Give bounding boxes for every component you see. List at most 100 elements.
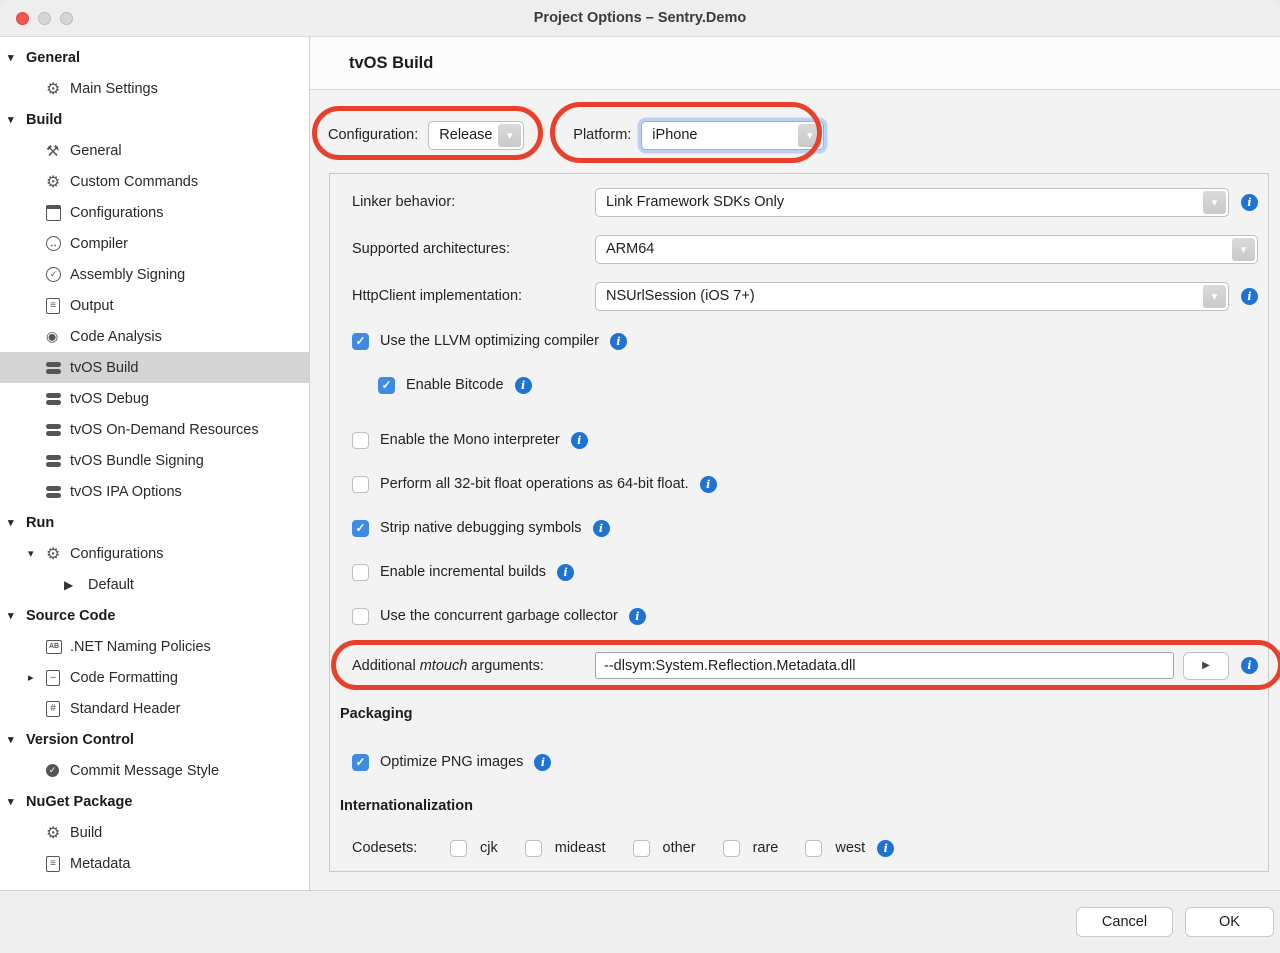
dropdown-fields: Linker behavior: Link Framework SDKs Onl…	[352, 187, 1258, 311]
codeset-label: cjk	[480, 840, 498, 856]
sidebar-item-label: Configurations	[70, 546, 164, 562]
codeset-checkbox[interactable]	[450, 840, 467, 857]
checkbox-row-enable-bitcode: Enable Bitcode i	[378, 372, 1258, 398]
sidebar-item-code-formatting[interactable]: Code Formatting	[0, 662, 309, 693]
gear-icon	[46, 823, 70, 843]
commit-check-icon	[46, 764, 70, 777]
sidebar-item-label: Build	[26, 112, 62, 128]
checkbox[interactable]	[352, 564, 369, 581]
sidebar-item-general[interactable]: General	[0, 135, 309, 166]
sidebar-item-net-naming-policies[interactable]: .NET Naming Policies	[0, 631, 309, 662]
sidebar-item-tvos-on-demand-resources[interactable]: tvOS On-Demand Resources	[0, 414, 309, 445]
checkbox[interactable]	[378, 377, 395, 394]
sidebar-item-label: Assembly Signing	[70, 267, 185, 283]
checkbox[interactable]	[352, 432, 369, 449]
sidebar-item-nuget-package[interactable]: NuGet Package	[0, 786, 309, 817]
info-icon[interactable]: i	[1241, 194, 1258, 211]
disclosure-triangle[interactable]	[8, 795, 26, 808]
run-arguments-button[interactable]: ▶	[1183, 652, 1229, 680]
info-icon[interactable]: i	[515, 377, 532, 394]
sidebar-item-commit-message-style[interactable]: Commit Message Style	[0, 755, 309, 786]
disclosure-triangle[interactable]	[8, 516, 26, 529]
optimize-png-checkbox[interactable]	[352, 754, 369, 771]
disclosure-triangle[interactable]	[8, 733, 26, 746]
sidebar-item-compiler[interactable]: Compiler	[0, 228, 309, 259]
checkbox[interactable]	[352, 608, 369, 625]
disclosure-triangle[interactable]	[8, 609, 26, 622]
seal-icon	[46, 267, 70, 282]
info-icon[interactable]: i	[557, 564, 574, 581]
sidebar-item-run[interactable]: Run	[0, 507, 309, 538]
sidebar-item-configurations[interactable]: Configurations	[0, 197, 309, 228]
codeset-checkbox[interactable]	[525, 840, 542, 857]
sidebar-item-configurations[interactable]: Configurations	[0, 538, 309, 569]
info-icon[interactable]: i	[610, 333, 627, 350]
codeset-label: west	[835, 840, 865, 856]
sidebar-item-build[interactable]: Build	[0, 104, 309, 135]
chevron-down-icon[interactable]: ▾	[798, 124, 821, 147]
field-dropdown[interactable]: Link Framework SDKs Only ▾	[595, 188, 1229, 217]
info-icon[interactable]: i	[877, 840, 894, 857]
mtouch-arguments-input[interactable]	[595, 652, 1174, 679]
minimize-button[interactable]	[38, 12, 51, 25]
ok-button[interactable]: OK	[1185, 907, 1274, 937]
info-icon[interactable]: i	[700, 476, 717, 493]
sidebar-item-standard-header[interactable]: Standard Header	[0, 693, 309, 724]
chevron-down-icon[interactable]: ▾	[498, 124, 521, 147]
codeset-checkbox[interactable]	[633, 840, 650, 857]
info-icon[interactable]: i	[571, 432, 588, 449]
cancel-button[interactable]: Cancel	[1076, 907, 1173, 937]
chevron-down-icon[interactable]: ▾	[1203, 285, 1226, 308]
info-icon[interactable]: i	[593, 520, 610, 537]
disclosure-triangle[interactable]	[28, 547, 46, 560]
sidebar-item-custom-commands[interactable]: Custom Commands	[0, 166, 309, 197]
traffic-lights	[16, 0, 73, 36]
checkbox[interactable]	[352, 476, 369, 493]
sidebar-item-label: Compiler	[70, 236, 128, 252]
checkbox[interactable]	[352, 520, 369, 537]
disclosure-triangle[interactable]	[8, 113, 26, 126]
chevron-down-icon[interactable]: ▾	[1203, 191, 1226, 214]
sidebar-item-tvos-ipa-options[interactable]: tvOS IPA Options	[0, 476, 309, 507]
sidebar-item-label: General	[70, 143, 122, 159]
info-icon[interactable]: i	[1241, 288, 1258, 305]
platform-dropdown[interactable]: iPhone ▾	[641, 121, 824, 150]
field-label: Supported architectures:	[352, 241, 595, 257]
codeset-checkbox[interactable]	[805, 840, 822, 857]
sidebar-item-metadata[interactable]: Metadata	[0, 848, 309, 879]
sidebar-item-version-control[interactable]: Version Control	[0, 724, 309, 755]
close-button[interactable]	[16, 12, 29, 25]
zoom-button[interactable]	[60, 12, 73, 25]
platform-group: Platform: iPhone ▾	[561, 121, 824, 150]
sidebar-item-general[interactable]: General	[0, 42, 309, 73]
sidebar-item-main-settings[interactable]: Main Settings	[0, 73, 309, 104]
sidebar-item-tvos-debug[interactable]: tvOS Debug	[0, 383, 309, 414]
sidebar-item-tvos-build[interactable]: tvOS Build	[0, 352, 309, 383]
sidebar-item-default[interactable]: Default	[0, 569, 309, 600]
optimize-png-row: Optimize PNG images i	[352, 752, 1258, 772]
disclosure-triangle[interactable]	[28, 671, 46, 684]
info-icon[interactable]: i	[1241, 657, 1258, 674]
sidebar-item-tvos-bundle-signing[interactable]: tvOS Bundle Signing	[0, 445, 309, 476]
sidebar-item-build[interactable]: Build	[0, 817, 309, 848]
sidebar-item-label: tvOS IPA Options	[70, 484, 182, 500]
field-dropdown[interactable]: NSUrlSession (iOS 7+) ▾	[595, 282, 1229, 311]
sidebar-item-assembly-signing[interactable]: Assembly Signing	[0, 259, 309, 290]
field-dropdown[interactable]: ARM64 ▾	[595, 235, 1258, 264]
info-icon[interactable]: i	[629, 608, 646, 625]
info-icon[interactable]: i	[534, 754, 551, 771]
checkbox-label: Use the concurrent garbage collector	[380, 608, 618, 624]
checkbox[interactable]	[352, 333, 369, 350]
sidebar-item-label: tvOS Build	[70, 360, 139, 376]
sidebar-item-code-analysis[interactable]: Code Analysis	[0, 321, 309, 352]
codeset-checkbox[interactable]	[723, 840, 740, 857]
checkbox-label: Enable the Mono interpreter	[380, 432, 560, 448]
page-header: tvOS Build	[310, 37, 1280, 90]
configuration-dropdown[interactable]: Release ▾	[428, 121, 524, 150]
chevron-down-icon[interactable]: ▾	[1232, 238, 1255, 261]
sidebar-item-source-code[interactable]: Source Code	[0, 600, 309, 631]
ab-icon	[46, 640, 70, 654]
disclosure-triangle[interactable]	[8, 51, 26, 64]
field-value: NSUrlSession (iOS 7+)	[596, 288, 1201, 304]
sidebar-item-output[interactable]: Output	[0, 290, 309, 321]
